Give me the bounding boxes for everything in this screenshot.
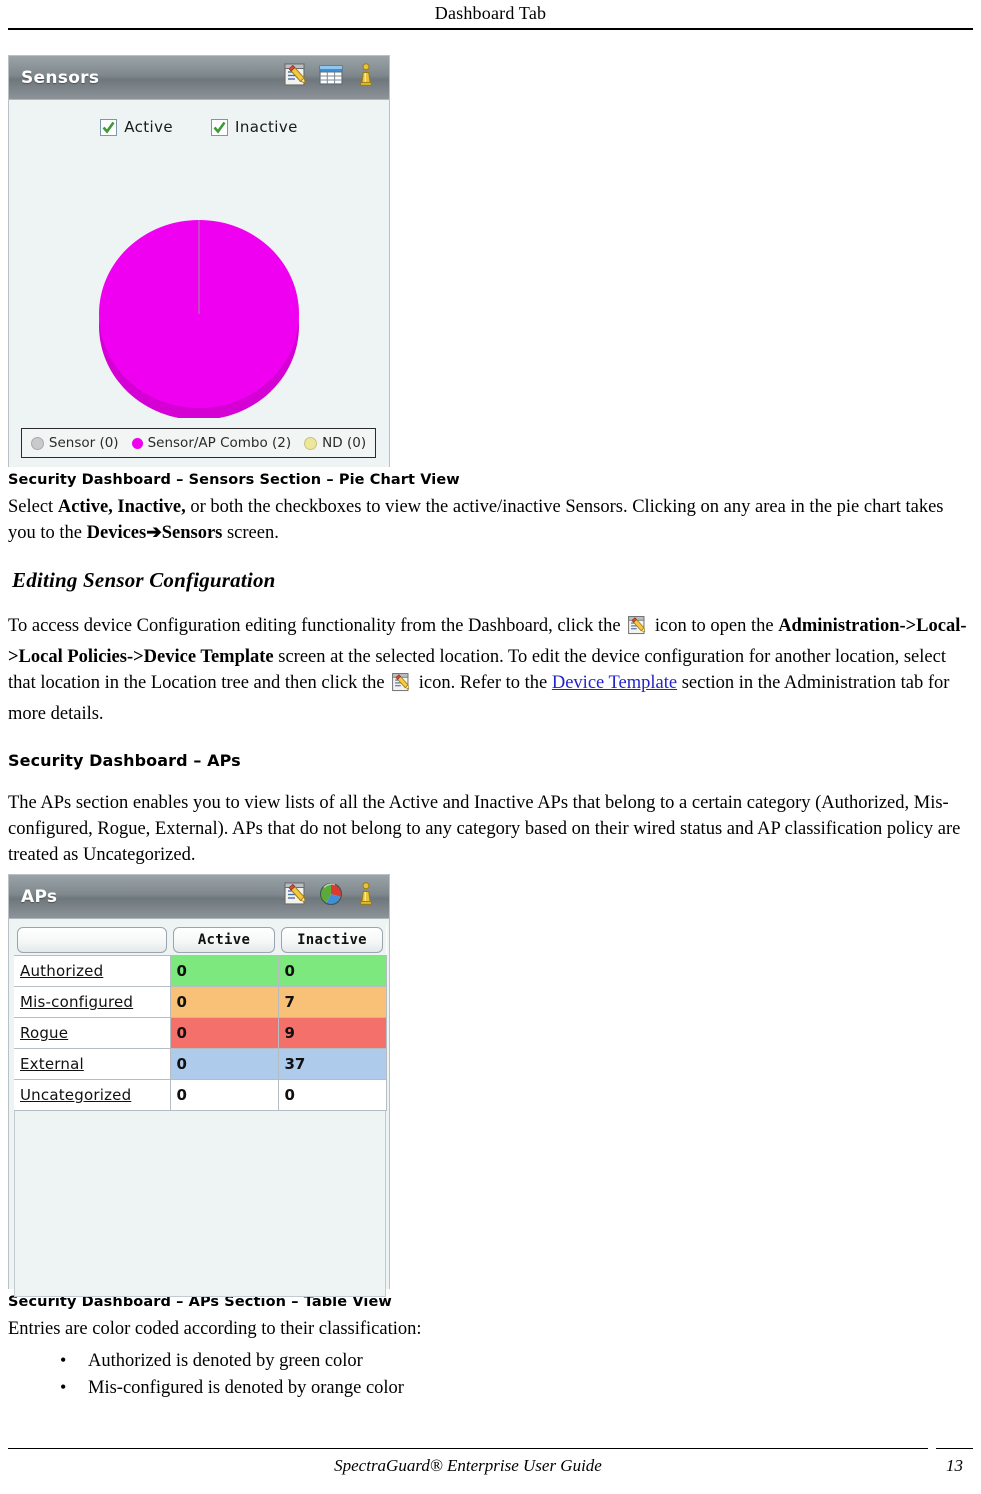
edit-icon[interactable] bbox=[283, 881, 309, 912]
sensors-widget-title: Sensors bbox=[21, 67, 100, 88]
aps-row-label-mis-configured[interactable]: Mis-configured bbox=[14, 986, 171, 1018]
aps-table-header-row: . Active Inactive bbox=[14, 925, 386, 956]
p1-part1: Select bbox=[8, 497, 58, 517]
sensors-widget-icon-group bbox=[283, 62, 379, 93]
aps-widget-icon-group bbox=[283, 881, 379, 912]
aps-cell-rogue-inactive[interactable]: 9 bbox=[277, 1017, 387, 1049]
aps-row-label-text: Rogue bbox=[20, 1024, 69, 1042]
aps-row-label-rogue[interactable]: Rogue bbox=[14, 1017, 171, 1049]
legend-swatch-nd bbox=[304, 436, 318, 450]
aps-widget-body: . Active Inactive Authorized 0 0 Mis-con… bbox=[9, 919, 389, 1297]
p1-part3: screen. bbox=[222, 523, 279, 543]
checkbox-checked-icon bbox=[211, 118, 229, 136]
heading-security-dashboard-aps: Security Dashboard – APs bbox=[8, 751, 241, 770]
aps-row-label-text: Authorized bbox=[20, 962, 104, 980]
aps-column-header-inactive: Inactive bbox=[278, 925, 386, 956]
header-divider bbox=[8, 28, 973, 30]
table-row: Mis-configured 0 7 bbox=[14, 986, 387, 1018]
edit-icon[interactable] bbox=[391, 672, 412, 701]
table-view-icon[interactable] bbox=[318, 62, 344, 93]
aps-row-label-external[interactable]: External bbox=[14, 1048, 171, 1080]
legend-label-nd: ND (0) bbox=[322, 435, 367, 451]
color-coding-bullet-list: Authorized is denoted by green color Mis… bbox=[8, 1347, 968, 1402]
list-item: Authorized is denoted by green color bbox=[60, 1347, 968, 1375]
aps-cell-mis-configured-inactive[interactable]: 7 bbox=[277, 986, 387, 1018]
aps-active-header-button[interactable]: Active bbox=[173, 927, 275, 953]
aps-cell-mis-configured-active[interactable]: 0 bbox=[169, 986, 279, 1018]
p2-part2: icon to open the bbox=[650, 616, 779, 636]
aps-table-empty-area bbox=[14, 1111, 386, 1297]
aps-widget: APs Active Inactive Authorized 0 0 Mis-c… bbox=[8, 874, 390, 1297]
aps-cell-authorized-inactive[interactable]: 0 bbox=[277, 955, 387, 987]
p1-bold-devices-sensors: Devices➔Sensors bbox=[86, 523, 223, 543]
aps-row-label-text: Mis-configured bbox=[20, 993, 134, 1011]
table-row: Authorized 0 0 bbox=[14, 955, 387, 987]
sensors-active-label: Active bbox=[124, 118, 174, 136]
pie-chart-icon[interactable] bbox=[318, 881, 344, 912]
aps-cell-uncategorized-inactive[interactable]: 0 bbox=[277, 1079, 387, 1111]
footer-title: SpectraGuard® Enterprise User Guide bbox=[334, 1456, 602, 1475]
legend-label-sensor-ap-combo: Sensor/AP Combo (2) bbox=[147, 435, 292, 451]
info-icon[interactable] bbox=[353, 62, 379, 93]
checkbox-checked-icon bbox=[100, 118, 118, 136]
sensors-active-checkbox[interactable]: Active bbox=[100, 118, 173, 136]
running-header-title: Dashboard Tab bbox=[434, 3, 547, 23]
page-running-header: Dashboard Tab bbox=[0, 0, 981, 30]
legend-swatch-sensor-ap-combo bbox=[131, 437, 143, 449]
aps-column-header-active: Active bbox=[170, 925, 278, 956]
aps-row-label-authorized[interactable]: Authorized bbox=[14, 955, 171, 987]
paragraph-aps-description: The APs section enables you to view list… bbox=[8, 793, 961, 865]
aps-row-label-text: Uncategorized bbox=[20, 1086, 132, 1104]
table-row: Rogue 0 9 bbox=[14, 1017, 387, 1049]
aps-cell-external-active[interactable]: 0 bbox=[169, 1048, 279, 1080]
aps-cell-uncategorized-active[interactable]: 0 bbox=[169, 1079, 279, 1111]
aps-inactive-header-button[interactable]: Inactive bbox=[281, 927, 383, 953]
legend-item-sensor-ap-combo: Sensor/AP Combo (2) bbox=[131, 435, 292, 451]
p1-bold-active-inactive: Active, Inactive, bbox=[57, 497, 186, 517]
edit-icon[interactable] bbox=[283, 62, 309, 93]
sensors-inactive-checkbox[interactable]: Inactive bbox=[211, 118, 298, 136]
heading-editing-sensor-configuration: Editing Sensor Configuration bbox=[12, 568, 276, 592]
list-item: Mis-configured is denoted by orange colo… bbox=[60, 1374, 968, 1402]
device-template-link[interactable]: Device Template bbox=[552, 673, 677, 693]
aps-cell-rogue-active[interactable]: 0 bbox=[169, 1017, 279, 1049]
aps-column-header-blank: . bbox=[14, 925, 170, 956]
sensors-filter-checkbox-row: Active Inactive bbox=[9, 100, 389, 136]
sensors-chart-legend: Sensor (0) Sensor/AP Combo (2) ND (0) bbox=[21, 428, 376, 458]
edit-icon[interactable] bbox=[627, 615, 648, 644]
aps-widget-title: APs bbox=[21, 886, 58, 907]
info-icon[interactable] bbox=[353, 881, 379, 912]
sensors-widget-body: Active Inactive Sensor (0) Sensor/AP Com… bbox=[9, 100, 389, 467]
aps-cell-external-inactive[interactable]: 37 bbox=[277, 1048, 387, 1080]
paragraph-editing-config: To access device Configuration editing f… bbox=[8, 613, 968, 727]
sensors-widget: Sensors Active Inactive Sensor (0) Senso… bbox=[8, 55, 390, 467]
sensors-pie-chart[interactable] bbox=[9, 218, 389, 418]
aps-widget-header: APs bbox=[9, 875, 389, 919]
sensors-widget-header: Sensors bbox=[9, 56, 389, 100]
footer-divider bbox=[8, 1448, 928, 1449]
aps-cell-authorized-active[interactable]: 0 bbox=[169, 955, 279, 987]
footer-page-number: 13 bbox=[946, 1456, 963, 1475]
aps-row-label-text: External bbox=[20, 1055, 84, 1073]
paragraph-sensors-select: Select Active, Inactive, or both the che… bbox=[8, 494, 968, 546]
legend-swatch-sensor bbox=[30, 436, 44, 450]
figure-caption-sensors: Security Dashboard – Sensors Section – P… bbox=[8, 472, 460, 488]
footer-divider-page bbox=[936, 1448, 973, 1449]
table-row: External 0 37 bbox=[14, 1048, 387, 1080]
aps-blank-header-button[interactable]: . bbox=[17, 927, 167, 953]
legend-item-nd: ND (0) bbox=[304, 435, 366, 451]
p2-part1: To access device Configuration editing f… bbox=[8, 616, 626, 636]
legend-item-sensor: Sensor (0) bbox=[30, 435, 119, 451]
table-row: Uncategorized 0 0 bbox=[14, 1079, 387, 1111]
legend-label-sensor: Sensor (0) bbox=[48, 435, 119, 451]
paragraph-color-coding: Entries are color coded according to the… bbox=[8, 1319, 422, 1339]
document-content: Sensors Active Inactive Sensor (0) Senso… bbox=[8, 55, 968, 1402]
aps-row-label-uncategorized[interactable]: Uncategorized bbox=[14, 1079, 171, 1111]
sensors-inactive-label: Inactive bbox=[235, 118, 298, 136]
aps-table: . Active Inactive Authorized 0 0 Mis-con… bbox=[14, 925, 387, 1111]
p2-part4: icon. Refer to the bbox=[414, 673, 552, 693]
